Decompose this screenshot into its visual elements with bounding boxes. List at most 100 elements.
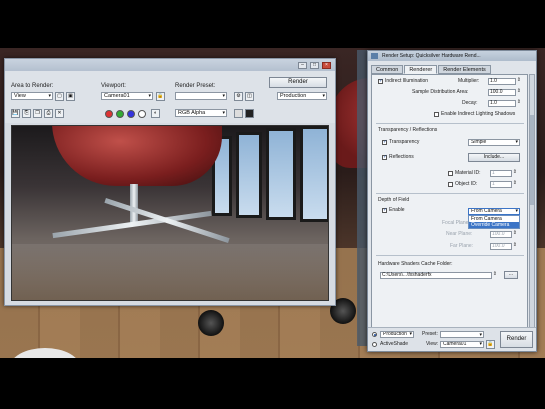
- scrollbar-thumb[interactable]: [530, 115, 534, 205]
- object-id-label: Object ID:: [455, 181, 478, 187]
- lock-view-icon[interactable]: 🔒: [486, 340, 495, 349]
- sample-distribution-label: Sample Distribution Area:: [412, 89, 469, 95]
- dof-option-override-camera[interactable]: Override Camera: [469, 222, 519, 228]
- render-setup-title-bar[interactable]: Render Setup: Quicksilver Hardware Rend.…: [368, 51, 536, 61]
- app-icon: [371, 53, 378, 59]
- cache-folder-path[interactable]: C:\Users\...\fxshaderfx: [380, 272, 497, 279]
- monochrome-icon[interactable]: ◐: [151, 109, 160, 118]
- render-setup-title: Render Setup: Quicksilver Hardware Rend.…: [382, 53, 481, 59]
- minimize-icon[interactable]: –: [298, 61, 307, 69]
- area-to-render-label: Area to Render:: [11, 83, 54, 89]
- render-chair-seat: [52, 126, 222, 186]
- footer-view-dropdown[interactable]: Camera01: [440, 341, 484, 348]
- decay-label: Decay:: [462, 100, 478, 106]
- footer-preset-dropdown[interactable]: [440, 331, 484, 338]
- render-chair-post: [130, 184, 138, 224]
- render-floor-reflection: [12, 244, 328, 300]
- viewport-dropdown[interactable]: Camera01: [101, 92, 153, 100]
- save-image-icon[interactable]: 💾: [11, 109, 20, 118]
- tab-common[interactable]: Common: [371, 65, 404, 74]
- renderer-panel: ✓ Indirect Illumination Multiplier: 1.0 …: [371, 74, 528, 329]
- close-icon[interactable]: ×: [322, 61, 331, 69]
- object-id-spinner[interactable]: 1: [490, 181, 517, 188]
- reflections-checkbox[interactable]: ✓: [382, 155, 387, 160]
- print-icon[interactable]: ⎙: [44, 109, 53, 118]
- render-setup-icon[interactable]: ⚙: [234, 92, 243, 101]
- cache-folder-label: Hardware Shaders Cache Folder:: [378, 261, 453, 267]
- dof-mode-options: From Camera Override Camera: [468, 215, 520, 229]
- production-radio[interactable]: [372, 332, 377, 337]
- material-id-label: Material ID:: [455, 170, 481, 176]
- clone-frame-icon[interactable]: ❐: [33, 109, 42, 118]
- maximize-icon[interactable]: □: [310, 61, 319, 69]
- transparency-section-title: Transparency / Reflections: [378, 127, 438, 133]
- auto-region-icon[interactable]: ▣: [66, 92, 75, 101]
- swatch-icon[interactable]: [234, 109, 243, 118]
- render-window-pane: [236, 132, 262, 218]
- footer-render-button[interactable]: Render: [500, 331, 533, 348]
- activeshade-radio[interactable]: [372, 342, 377, 347]
- render-button[interactable]: Render: [269, 77, 327, 88]
- browse-folder-button[interactable]: ...: [504, 271, 518, 279]
- rendered-frame-window: – □ × Area to Render: View ▢ ▣ Viewport:…: [4, 58, 336, 306]
- rendered-image: [11, 125, 329, 301]
- footer-production-dropdown[interactable]: Production: [380, 331, 414, 338]
- section-divider: [376, 193, 524, 194]
- material-id-spinner[interactable]: 1: [490, 170, 517, 177]
- render-setup-tabs: Common Renderer Render Elements: [371, 65, 491, 74]
- render-window-pane: [266, 128, 296, 220]
- multiplier-label: Multiplier:: [458, 78, 480, 84]
- area-to-render-dropdown[interactable]: View: [11, 92, 53, 100]
- environment-icon[interactable]: ◫: [245, 92, 254, 101]
- near-plane-spinner[interactable]: 100.0: [490, 231, 517, 238]
- copy-image-icon[interactable]: ⎘: [22, 109, 31, 118]
- footer-view-label: View:: [426, 341, 439, 347]
- render-preset-label: Render Preset:: [175, 83, 216, 89]
- section-divider: [376, 123, 524, 124]
- blue-channel-icon[interactable]: [127, 110, 135, 118]
- far-plane-spinner[interactable]: 100.0: [490, 243, 517, 250]
- letterbox-top: [0, 0, 545, 48]
- transparency-checkbox[interactable]: ✓: [382, 140, 387, 145]
- material-id-checkbox[interactable]: [448, 171, 453, 176]
- indirect-shadows-checkbox[interactable]: [434, 112, 439, 117]
- chair-wheel: [198, 310, 224, 336]
- dof-mode-dropdown[interactable]: From Camera: [468, 208, 520, 215]
- tab-render-elements[interactable]: Render Elements: [438, 65, 491, 74]
- render-window-pane: [300, 126, 328, 222]
- frame-title-bar[interactable]: – □ ×: [5, 59, 335, 71]
- far-plane-label: Far Plane:: [450, 243, 474, 249]
- green-channel-icon[interactable]: [116, 110, 124, 118]
- production-dropdown[interactable]: Production: [277, 92, 327, 100]
- include-button[interactable]: Include...: [468, 153, 520, 162]
- dof-enable-label: Enable: [389, 207, 405, 213]
- indirect-shadows-label: Enable Indirect Lighting Shadows: [441, 111, 516, 117]
- render-preset-dropdown[interactable]: [175, 92, 227, 100]
- object-id-checkbox[interactable]: [448, 182, 453, 187]
- red-channel-icon[interactable]: [105, 110, 113, 118]
- edit-region-icon[interactable]: ▢: [55, 92, 64, 101]
- section-divider: [376, 255, 524, 256]
- dof-enable-checkbox[interactable]: ✓: [382, 208, 387, 213]
- transparency-label: Transparency: [389, 139, 420, 145]
- lock-viewport-icon[interactable]: 🔒: [156, 92, 165, 101]
- near-plane-label: Near Plane:: [446, 231, 473, 237]
- render-chair-leg: [104, 198, 230, 243]
- channel-dropdown[interactable]: RGB Alpha: [175, 109, 227, 117]
- render-setup-dialog: Render Setup: Quicksilver Hardware Rend.…: [367, 50, 537, 352]
- panel-scrollbar[interactable]: [529, 74, 535, 329]
- indirect-illumination-label: Indirect Illumination: [385, 78, 429, 84]
- activeshade-label: ActiveShade: [380, 341, 409, 347]
- alpha-channel-icon[interactable]: [138, 110, 146, 118]
- viewport-label: Viewport:: [101, 83, 126, 89]
- decay-spinner[interactable]: 1.0: [488, 100, 521, 107]
- transparency-dropdown[interactable]: Simple: [468, 139, 520, 146]
- tab-renderer[interactable]: Renderer: [404, 65, 438, 74]
- sample-distribution-spinner[interactable]: 100.0: [488, 89, 521, 96]
- indirect-illumination-checkbox[interactable]: ✓: [378, 79, 383, 84]
- focal-plane-label: Focal Plane:: [442, 220, 470, 226]
- display-toggle-icon[interactable]: [245, 109, 254, 118]
- footer-preset-label: Preset:: [422, 331, 438, 337]
- clear-icon[interactable]: ✕: [55, 109, 64, 118]
- multiplier-spinner[interactable]: 1.0: [488, 78, 521, 85]
